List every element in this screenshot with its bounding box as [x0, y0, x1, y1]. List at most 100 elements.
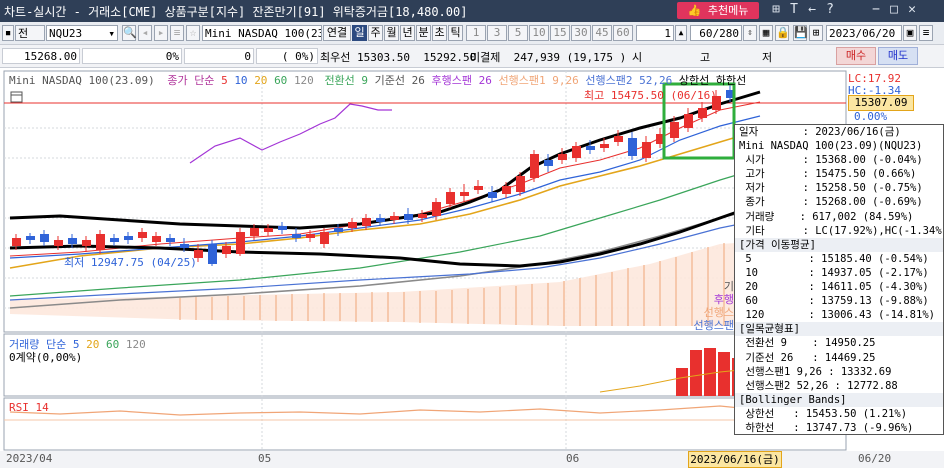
count-input[interactable]: 1 — [636, 25, 674, 41]
arrow-left-icon[interactable]: ← — [804, 2, 820, 18]
period-label: 분 — [418, 26, 429, 39]
favorite-icon[interactable]: ☆ — [186, 25, 200, 41]
menu-icon[interactable]: ≡ — [919, 25, 933, 41]
legend-ma60: 60 — [274, 74, 288, 87]
candle-body — [614, 136, 623, 142]
info-section-header: [가격 이동평균] — [735, 237, 943, 252]
candle-body — [208, 244, 217, 264]
volume-pct-field: ( 0%) — [256, 48, 318, 64]
link-button[interactable]: 연결 — [323, 25, 351, 41]
current-price-tag: 15307.09 — [848, 95, 914, 111]
legend-bb-lower: 하한선 — [715, 74, 747, 87]
candle-body — [180, 244, 189, 248]
candle-body — [684, 114, 693, 128]
symbol-value: NQU23 — [49, 27, 83, 40]
info-row: 60 : 13759.13 (-9.88%) — [739, 295, 929, 308]
change-percent: 0% — [82, 48, 182, 64]
period-month[interactable]: 월 — [384, 25, 399, 41]
candle-body — [166, 238, 175, 242]
date-label-may: 05 — [258, 452, 272, 465]
interval-1[interactable]: 1 — [466, 25, 486, 41]
close-icon[interactable]: ✕ — [904, 2, 920, 18]
volume-bar — [704, 348, 716, 396]
legend-base-line: 기준선 26 — [374, 74, 425, 87]
symbol-input[interactable]: NQU23 ▾ — [46, 25, 118, 41]
buy-label: 매수 — [845, 49, 867, 62]
legend-ma5: 5 — [221, 74, 228, 87]
candle-body — [558, 154, 567, 160]
interval-label: 45 — [595, 26, 609, 39]
open-interest: 미결제 247,939 (19,175 ) — [470, 49, 626, 65]
volume-pct: ( 0%) — [281, 50, 315, 63]
minimize-icon[interactable]: − — [868, 2, 884, 18]
candle-body — [348, 222, 357, 228]
period-second[interactable]: 초 — [432, 25, 447, 41]
scroll-arrows-icon[interactable]: ⇳ — [743, 25, 757, 41]
interval-10[interactable]: 10 — [529, 25, 549, 41]
save-icon[interactable]: 💾 — [793, 25, 808, 41]
legend-symbol: Mini NASDAQ 100(23.09) — [9, 74, 155, 87]
list-icon[interactable]: ≡ — [170, 25, 184, 41]
interval-3[interactable]: 3 — [487, 25, 507, 41]
grid-icon[interactable]: ⊞ — [809, 25, 823, 41]
period-day[interactable]: 일 — [352, 25, 367, 41]
mode-select[interactable]: 전 — [15, 25, 45, 41]
prev-symbol-icon[interactable]: ◂ — [138, 25, 152, 41]
date-label-april: 2023/04 — [6, 452, 53, 465]
buy-button[interactable]: 매수 — [836, 47, 876, 65]
info-section-header: [일목균형표] — [735, 322, 943, 337]
info-row: 전환선 9 : 14950.25 — [739, 337, 876, 350]
period-tick[interactable]: 틱 — [448, 25, 463, 41]
recommended-menu-button[interactable]: 👍 추천메뉴 — [677, 2, 759, 19]
info-row: 5 : 15185.40 (-0.54%) — [739, 252, 929, 265]
high-date: (06/16) — [670, 89, 717, 102]
candle-body — [124, 236, 133, 240]
candle-body — [292, 234, 301, 238]
candle-body — [110, 238, 119, 242]
candle-body — [586, 146, 595, 150]
legend-leading-span1: 선행스팬1 9,26 — [498, 74, 579, 87]
period-label: 초 — [434, 26, 445, 39]
hlc-low-label: 저 — [762, 51, 773, 64]
maximize-icon[interactable]: □ — [886, 2, 902, 18]
cloud-label-lead2: 선행스팬 — [693, 319, 734, 332]
volume-ma120: 120 — [125, 338, 146, 351]
interval-60[interactable]: 60 — [613, 25, 633, 41]
table-icon[interactable]: ▦ — [759, 25, 773, 41]
mode-toggle-icon[interactable]: ▪ — [2, 25, 14, 41]
interval-5[interactable]: 5 — [508, 25, 528, 41]
interval-30[interactable]: 30 — [571, 25, 591, 41]
candle-body — [278, 226, 287, 230]
pin-icon[interactable]: T — [786, 2, 802, 18]
page-count: 60/280 — [699, 27, 739, 40]
info-row: 하한선 : 13747.73 (-9.96%) — [739, 421, 914, 434]
search-icon[interactable]: 🔍 — [122, 25, 137, 41]
volume-contract-label: 0계약(0,00%) — [9, 351, 83, 364]
volume-value: 0 — [244, 50, 251, 63]
date-input[interactable]: 2023/06/20 — [826, 25, 902, 41]
info-row: 기준선 26 : 14469.25 — [739, 351, 876, 364]
period-year[interactable]: 년 — [400, 25, 415, 41]
candle-body — [26, 236, 35, 240]
interval-45[interactable]: 45 — [592, 25, 612, 41]
calendar-icon[interactable]: ▣ — [903, 25, 917, 41]
sell-button[interactable]: 매도 — [878, 47, 918, 65]
period-minute[interactable]: 분 — [416, 25, 431, 41]
candle-body — [82, 240, 91, 246]
cursor-date-tag: 2023/06/16(금) — [688, 451, 782, 468]
last-price-value: 15268.00 — [24, 50, 77, 63]
candle-body — [96, 234, 105, 250]
link-icon[interactable]: ⊞ — [768, 2, 784, 18]
interval-15[interactable]: 15 — [550, 25, 570, 41]
next-symbol-icon[interactable]: ▸ — [154, 25, 168, 41]
period-week[interactable]: 주 — [368, 25, 383, 41]
candle-body — [320, 232, 329, 244]
count-stepper[interactable]: ▲ — [675, 25, 687, 41]
period-label: 월 — [386, 26, 397, 39]
open-interest-change: (19,175 ) — [566, 51, 627, 64]
lock-icon[interactable]: 🔒 — [775, 25, 790, 41]
interval-label: 10 — [532, 26, 546, 39]
help-icon[interactable]: ? — [822, 2, 838, 18]
last-price: 15268.00 — [2, 48, 80, 64]
candle-body — [698, 108, 707, 118]
